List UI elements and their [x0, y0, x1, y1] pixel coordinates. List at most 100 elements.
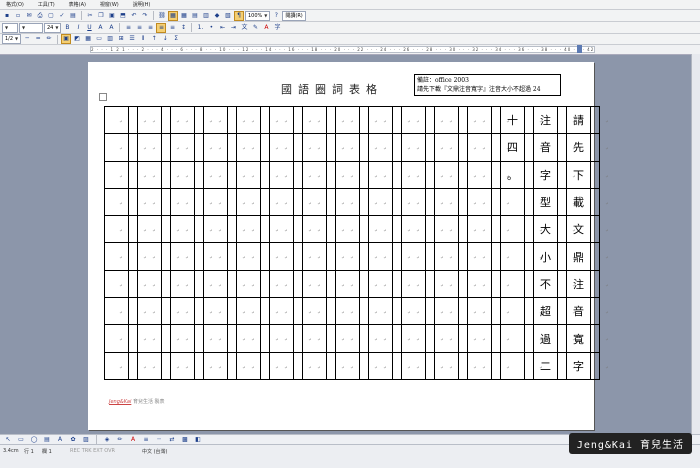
table-cell[interactable]: [501, 243, 524, 271]
table-cell[interactable]: ↵: [426, 271, 443, 299]
table-cell[interactable]: ↵: [294, 216, 311, 244]
table-cell[interactable]: 音: [534, 134, 557, 162]
table-cell[interactable]: ↵: [303, 353, 326, 380]
table-cell[interactable]: 十: [501, 107, 524, 135]
table-cell[interactable]: ↵: [393, 353, 410, 380]
paste-icon[interactable]: ▣: [107, 11, 117, 21]
level-combo[interactable]: 1/2 ▼: [2, 34, 22, 44]
table-cell[interactable]: ↵: [591, 134, 608, 162]
table-cell[interactable]: ↵: [162, 243, 179, 271]
table-cell[interactable]: ↵: [270, 216, 293, 244]
table-move-handle[interactable]: [99, 93, 107, 101]
table-cell[interactable]: ↵: [204, 353, 227, 380]
table-cell[interactable]: ↵: [237, 162, 260, 189]
table-cell[interactable]: ↵: [393, 189, 410, 217]
show-hide-icon[interactable]: ¶: [234, 10, 244, 21]
table-cell[interactable]: ↵: [303, 189, 326, 217]
table-cell[interactable]: ↵: [558, 325, 575, 353]
table-cell[interactable]: ↵: [327, 298, 344, 326]
table-cell[interactable]: ↵: [261, 107, 278, 135]
table-cell[interactable]: ↵: [129, 189, 146, 217]
table-cell[interactable]: ↵: [237, 298, 260, 326]
table-cell[interactable]: ↵: [204, 216, 227, 244]
table-cell[interactable]: ↵: [270, 298, 293, 326]
note-textbox[interactable]: 備註：office 2003 請先下載『文鼎注音寬字』注音大小不超過 24: [414, 74, 561, 96]
table-cell[interactable]: ↵: [336, 107, 359, 135]
table-cell[interactable]: ↵: [468, 325, 491, 353]
vertical-scrollbar[interactable]: [691, 54, 700, 434]
char-shading-icon[interactable]: A: [106, 23, 116, 33]
table-cell[interactable]: ↵: [558, 162, 575, 189]
table-cell[interactable]: ↵: [129, 134, 146, 162]
table-cell[interactable]: ↵: [237, 216, 260, 244]
permission-icon[interactable]: ▫: [13, 11, 23, 21]
table-cell[interactable]: ↵: [303, 162, 326, 189]
table-cell[interactable]: ↵: [360, 134, 377, 162]
table-cell[interactable]: ↵: [426, 134, 443, 162]
table-cell[interactable]: ↵: [195, 353, 212, 380]
table-cell[interactable]: ↵: [228, 162, 245, 189]
table-cell[interactable]: ↵: [204, 107, 227, 135]
table-cell[interactable]: ↵: [237, 107, 260, 135]
table-cell[interactable]: 注: [534, 107, 557, 135]
table-cell[interactable]: ↵: [459, 107, 476, 135]
table-cell[interactable]: ↵: [171, 298, 194, 326]
table-cell[interactable]: ↵: [261, 271, 278, 299]
table-cell[interactable]: ↵: [336, 298, 359, 326]
table-cell[interactable]: ↵: [171, 353, 194, 380]
font-combo[interactable]: ▼: [19, 22, 43, 33]
table-cell[interactable]: ↵: [327, 216, 344, 244]
drawing-icon[interactable]: ◆: [212, 11, 222, 21]
table-cell[interactable]: ↵: [327, 134, 344, 162]
table-cell[interactable]: ↵: [303, 216, 326, 244]
table-cell[interactable]: ↵: [303, 271, 326, 299]
table-cell[interactable]: ↵: [270, 107, 293, 135]
table-cell[interactable]: ↵: [162, 353, 179, 380]
table-cell[interactable]: ↵: [360, 189, 377, 217]
table-cell[interactable]: ↵: [525, 298, 542, 326]
merge-cells-icon[interactable]: ▭: [94, 34, 104, 44]
table-insert-icon[interactable]: ▦: [83, 34, 93, 44]
table-cell[interactable]: ↵: [459, 243, 476, 271]
print-icon[interactable]: ⎙: [35, 11, 45, 21]
table-cell[interactable]: ↵: [162, 298, 179, 326]
table-cell[interactable]: ↵: [435, 189, 458, 217]
insert-table-icon[interactable]: ▦: [179, 11, 189, 21]
table-cell[interactable]: ↵: [468, 134, 491, 162]
table-cell[interactable]: ↵: [294, 107, 311, 135]
decrease-indent-icon[interactable]: ⇤: [217, 23, 227, 33]
table-cell[interactable]: ↵: [492, 216, 509, 244]
table-cell[interactable]: ↵: [426, 325, 443, 353]
table-cell[interactable]: ↵: [303, 107, 326, 135]
table-cell[interactable]: ↵: [459, 216, 476, 244]
table-cell[interactable]: ↵: [270, 189, 293, 217]
table-cell[interactable]: ↵: [402, 243, 425, 271]
table-cell[interactable]: [501, 353, 524, 380]
table-cell[interactable]: ↵: [105, 134, 128, 162]
clipart-icon[interactable]: ✿: [68, 435, 78, 445]
spelling-icon[interactable]: ✓: [57, 11, 67, 21]
table-cell[interactable]: ↵: [591, 298, 608, 326]
increase-indent-icon[interactable]: ⇥: [228, 23, 238, 33]
menu-tools[interactable]: 工具(T): [38, 1, 55, 8]
table-cell[interactable]: ↵: [228, 325, 245, 353]
table-cell[interactable]: ↵: [204, 325, 227, 353]
select-objects-icon[interactable]: ↖: [3, 435, 13, 445]
horizontal-ruler[interactable]: 2 · · · 1 2 1 · · · 2 · · · 4 · · · 6 · …: [0, 45, 700, 55]
email-icon[interactable]: ✉: [24, 11, 34, 21]
table-cell[interactable]: ↵: [369, 271, 392, 299]
table-cell[interactable]: ↵: [402, 134, 425, 162]
table-cell[interactable]: ↵: [171, 162, 194, 189]
table-cell[interactable]: ↵: [138, 107, 161, 135]
table-cell[interactable]: ↵: [558, 298, 575, 326]
table-cell[interactable]: ↵: [402, 189, 425, 217]
border-color-icon[interactable]: ✏: [44, 34, 54, 44]
table-cell[interactable]: ↵: [195, 243, 212, 271]
table-cell[interactable]: ↵: [402, 298, 425, 326]
table-cell[interactable]: ↵: [270, 353, 293, 380]
table-cell[interactable]: ↵: [558, 107, 575, 135]
table-cell[interactable]: ↵: [129, 325, 146, 353]
table-cell[interactable]: ↵: [237, 134, 260, 162]
table-cell[interactable]: ↵: [459, 162, 476, 189]
table-cell[interactable]: ↵: [195, 189, 212, 217]
